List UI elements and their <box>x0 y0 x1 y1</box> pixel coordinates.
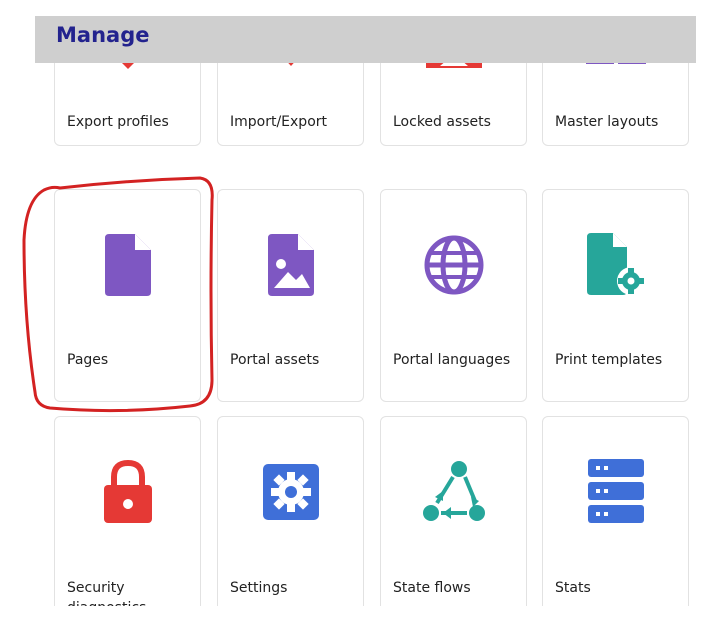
tile-label: Locked assets <box>393 114 491 130</box>
tile-grid: Export profiles Import/Export Locked ass… <box>35 16 696 606</box>
tile-label: State flows <box>393 580 471 596</box>
manage-panel: Export profiles Import/Export Locked ass… <box>35 16 696 606</box>
page-icon <box>55 230 200 300</box>
tile-security-diagnostics[interactable]: Security diagnostics <box>54 416 201 606</box>
tile-print-templates[interactable]: Print templates <box>542 189 689 402</box>
gear-icon <box>218 457 363 527</box>
tile-settings[interactable]: Settings <box>217 416 364 606</box>
tile-portal-languages[interactable]: Portal languages <box>380 189 527 402</box>
page-title: Manage <box>56 23 150 47</box>
tile-label: Export profiles <box>67 114 169 130</box>
globe-icon <box>381 230 526 300</box>
image-file-icon <box>218 230 363 300</box>
tile-label: Master layouts <box>555 114 659 130</box>
flow-triangle-icon <box>381 457 526 527</box>
tile-label: Security diagnostics <box>67 580 146 606</box>
tile-label: Stats <box>555 580 591 596</box>
tile-pages[interactable]: Pages <box>54 189 201 402</box>
tile-label: Print templates <box>555 352 663 368</box>
tile-label: Pages <box>67 352 109 368</box>
tile-label: Settings <box>230 580 288 596</box>
tile-stats[interactable]: Stats <box>542 416 689 606</box>
tile-label: Import/Export <box>230 114 328 130</box>
file-gear-icon <box>543 230 688 300</box>
tile-portal-assets[interactable]: Portal assets <box>217 189 364 402</box>
tile-label: Portal languages <box>393 352 511 368</box>
lock-icon <box>55 457 200 527</box>
tile-label: Portal assets <box>230 352 320 368</box>
tile-state-flows[interactable]: State flows <box>380 416 527 606</box>
server-icon <box>543 457 688 527</box>
manage-header: Manage <box>35 16 696 63</box>
